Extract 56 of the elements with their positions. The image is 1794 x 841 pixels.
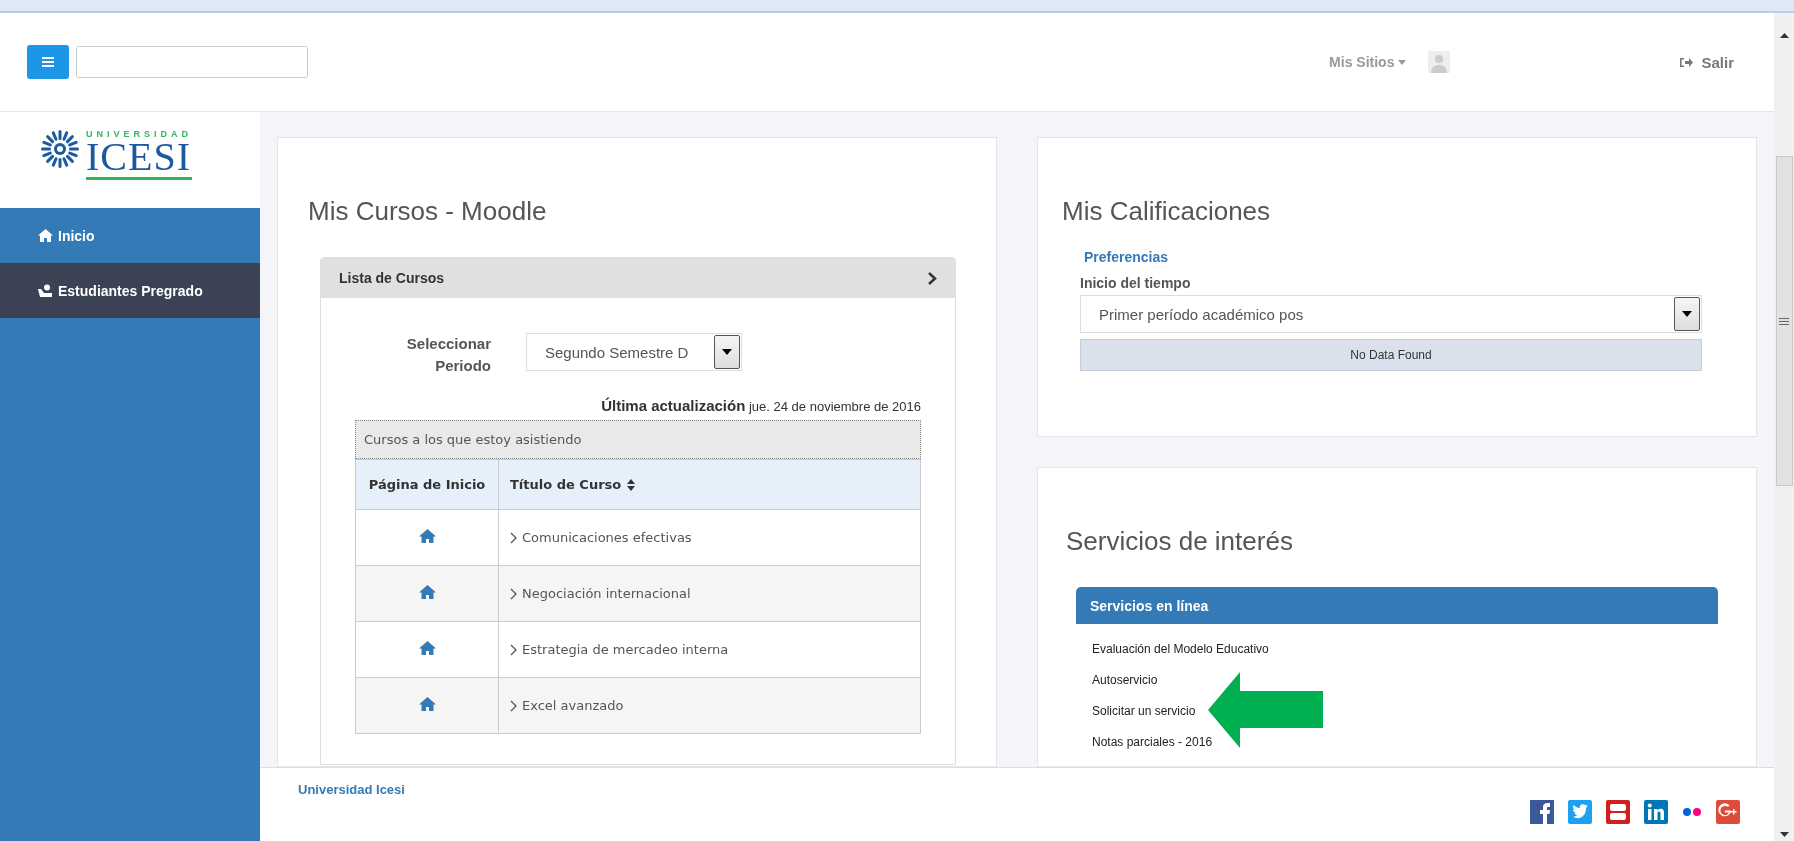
facebook-icon[interactable] [1530,800,1554,824]
caret-icon [1398,59,1407,65]
home-icon [38,229,53,242]
video-icon[interactable] [1606,800,1630,824]
service-link[interactable]: Notas parciales - 2016 [1092,735,1213,749]
service-link[interactable]: Evaluación del Modelo Educativo [1092,642,1269,656]
scroll-down-icon[interactable] [1779,832,1789,837]
panel-header: Servicios en línea [1076,587,1718,624]
table-caption: Cursos a los que estoy asistiendo [355,420,921,459]
home-icon[interactable] [418,585,436,599]
column-header[interactable]: Título de Curso [510,477,622,492]
home-icon[interactable] [418,697,436,711]
scrollbar-thumb[interactable] [1775,156,1793,486]
home-icon[interactable] [418,641,436,655]
time-select[interactable]: Primer período académico pos [1080,295,1702,333]
menu-icon [42,57,54,67]
dropdown-caret-icon [1682,311,1692,317]
twitter-icon[interactable] [1568,800,1592,824]
last-update-text: Última actualización jue. 24 de noviembre de 2016 [600,397,921,414]
chevron-icon [510,699,517,712]
scroll-up-icon[interactable] [1779,33,1789,38]
preferences-link[interactable]: Preferencias [1084,249,1716,265]
menu-button[interactable] [27,45,69,79]
course-link[interactable]: Estrategia de mercadeo interna [522,642,729,657]
logout-link[interactable]: Salir [1680,53,1734,71]
course-link[interactable]: Comunicaciones efectivas [522,530,692,545]
card-title: Servicios de interés [1066,526,1294,557]
footer-link[interactable]: Universidad Icesi [298,782,405,841]
chevron-icon[interactable] [927,271,937,285]
service-link[interactable]: Solicitar un servicio [1092,704,1196,718]
chevron-icon [510,587,517,600]
linkedin-icon[interactable] [1644,800,1668,824]
course-link[interactable]: Excel avanzado [522,698,624,713]
empty-message: No Data Found [1080,339,1702,371]
field-label: Inicio del tiempo [1080,275,1192,291]
chevron-icon [510,643,517,656]
search-field[interactable] [76,46,308,78]
flickr-icon[interactable] [1682,807,1702,817]
logout-icon [1680,56,1694,68]
sidebar-item[interactable]: Estudiantes Pregrado [0,263,260,318]
person-icon [38,284,53,297]
chevron-icon [510,531,517,544]
service-link[interactable]: Autoservicio [1092,673,1158,687]
card-title: Mis Cursos - Moodle [308,196,548,227]
panel-title: Lista de Cursos [339,270,445,286]
google-plus-icon[interactable] [1716,800,1740,824]
field-label: Seleccionar Periodo [405,334,491,376]
scrollbar[interactable] [1774,13,1794,841]
sort-icon[interactable] [627,478,636,491]
dropdown-caret-icon [722,349,732,355]
card-title: Mis Calificaciones [1062,196,1272,227]
period-select[interactable]: Segundo Semestre D [526,333,742,371]
university-logo: UNIVERSIDAD ICESI [0,112,260,208]
column-header: Página de Inicio [355,459,499,510]
home-icon[interactable] [418,529,436,543]
course-link[interactable]: Negociación internacional [522,586,691,601]
